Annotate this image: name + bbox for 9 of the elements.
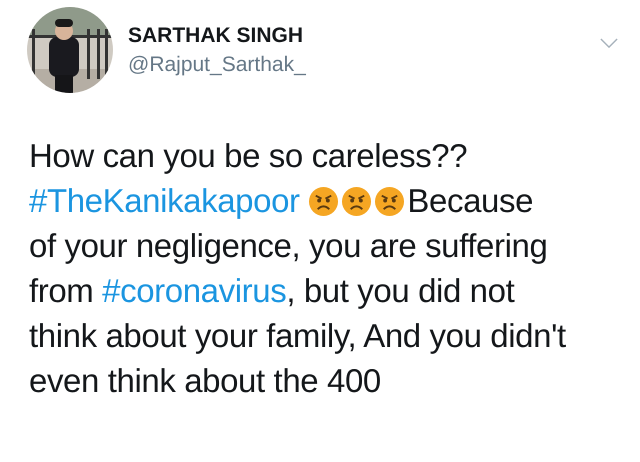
angry-face-icon <box>308 186 340 217</box>
tweet-text: How can you be so careless?? #TheKanikakapoor Because of your negligence, you are suffering from #coronavirus, but you did not think about your family, And you didn't even think about the 400 <box>29 136 567 401</box>
author-name: SARTHAK SINGH <box>128 23 304 49</box>
hashtag-link[interactable]: #TheKanikakapoor <box>29 182 300 219</box>
hashtag-link[interactable]: #coronavirus <box>102 272 286 309</box>
chevron-down-icon[interactable] <box>600 38 618 49</box>
author-handle: @Rajput_Sarthak_ <box>128 52 306 78</box>
angry-face-icon <box>341 186 372 217</box>
angry-face-icon <box>374 186 406 217</box>
